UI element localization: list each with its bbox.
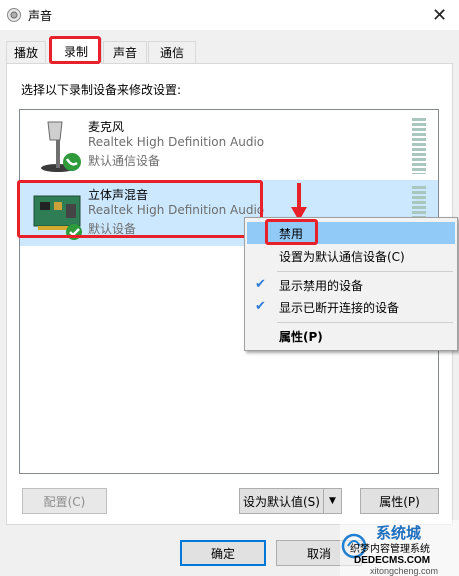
level-meter (412, 118, 426, 174)
menu-item-properties[interactable]: 属性(P) (247, 325, 455, 347)
close-button[interactable]: ✕ (420, 0, 459, 30)
device-name: 麦克风 (88, 120, 125, 134)
menu-item-label: 显示已断开连接的设备 (279, 300, 400, 315)
sound-card-icon (33, 195, 82, 240)
checkmark-icon: ✔ (255, 277, 266, 292)
close-icon: ✕ (431, 4, 448, 26)
speaker-icon (7, 8, 21, 22)
microphone-icon (41, 121, 81, 172)
tab-communications[interactable]: 通信 (148, 41, 196, 63)
ok-button[interactable]: 确定 (180, 540, 266, 566)
tab-recording[interactable]: 录制 (50, 38, 102, 64)
set-default-button[interactable]: 设为默认值(S) (239, 488, 323, 514)
configure-button[interactable]: 配置(C) (22, 488, 107, 514)
svg-text:xitongcheng.com: xitongcheng.com (370, 566, 438, 576)
menu-item-show-disconnected[interactable]: ✔ 显示已断开连接的设备 (247, 296, 455, 318)
instruction-text: 选择以下录制设备来修改设置: (21, 83, 182, 97)
context-menu: 禁用 设置为默认通信设备(C) ✔ 显示禁用的设备 ✔ 显示已断开连接的设备 属… (244, 217, 458, 351)
properties-button[interactable]: 属性(P) (360, 488, 439, 514)
device-name: 立体声混音 (88, 188, 149, 202)
device-driver: Realtek High Definition Audio (88, 135, 265, 149)
caret-down-icon: ▼ (329, 496, 336, 506)
tab-playback[interactable]: 播放 (6, 41, 46, 63)
menu-item-show-disabled[interactable]: ✔ 显示禁用的设备 (247, 274, 455, 296)
watermark-logo: 系统城 织梦内容管理系统 DEDECMS.COM xitongcheng.com (340, 520, 459, 576)
svg-text:DEDECMS.COM: DEDECMS.COM (354, 555, 430, 566)
menu-item-label: 显示禁用的设备 (279, 278, 364, 293)
menu-separator (277, 271, 453, 272)
window-title: 声音 (28, 9, 53, 23)
device-status: 默认设备 (88, 222, 137, 236)
menu-item-set-default-comm[interactable]: 设置为默认通信设备(C) (247, 245, 455, 267)
title-bar (0, 0, 459, 30)
set-default-dropdown[interactable]: ▼ (323, 488, 342, 514)
menu-separator (277, 322, 453, 323)
svg-text:系统城: 系统城 (376, 524, 421, 542)
svg-text:织梦内容管理系统: 织梦内容管理系统 (350, 542, 430, 555)
checkmark-icon: ✔ (255, 299, 266, 314)
device-driver: Realtek High Definition Audio (88, 203, 265, 217)
device-status: 默认通信设备 (88, 154, 161, 168)
menu-item-disable[interactable]: 禁用 (247, 222, 455, 244)
device-microphone[interactable]: 麦克风 Realtek High Definition Audio 默认通信设备 (20, 112, 438, 178)
tab-sounds[interactable]: 声音 (103, 41, 147, 63)
